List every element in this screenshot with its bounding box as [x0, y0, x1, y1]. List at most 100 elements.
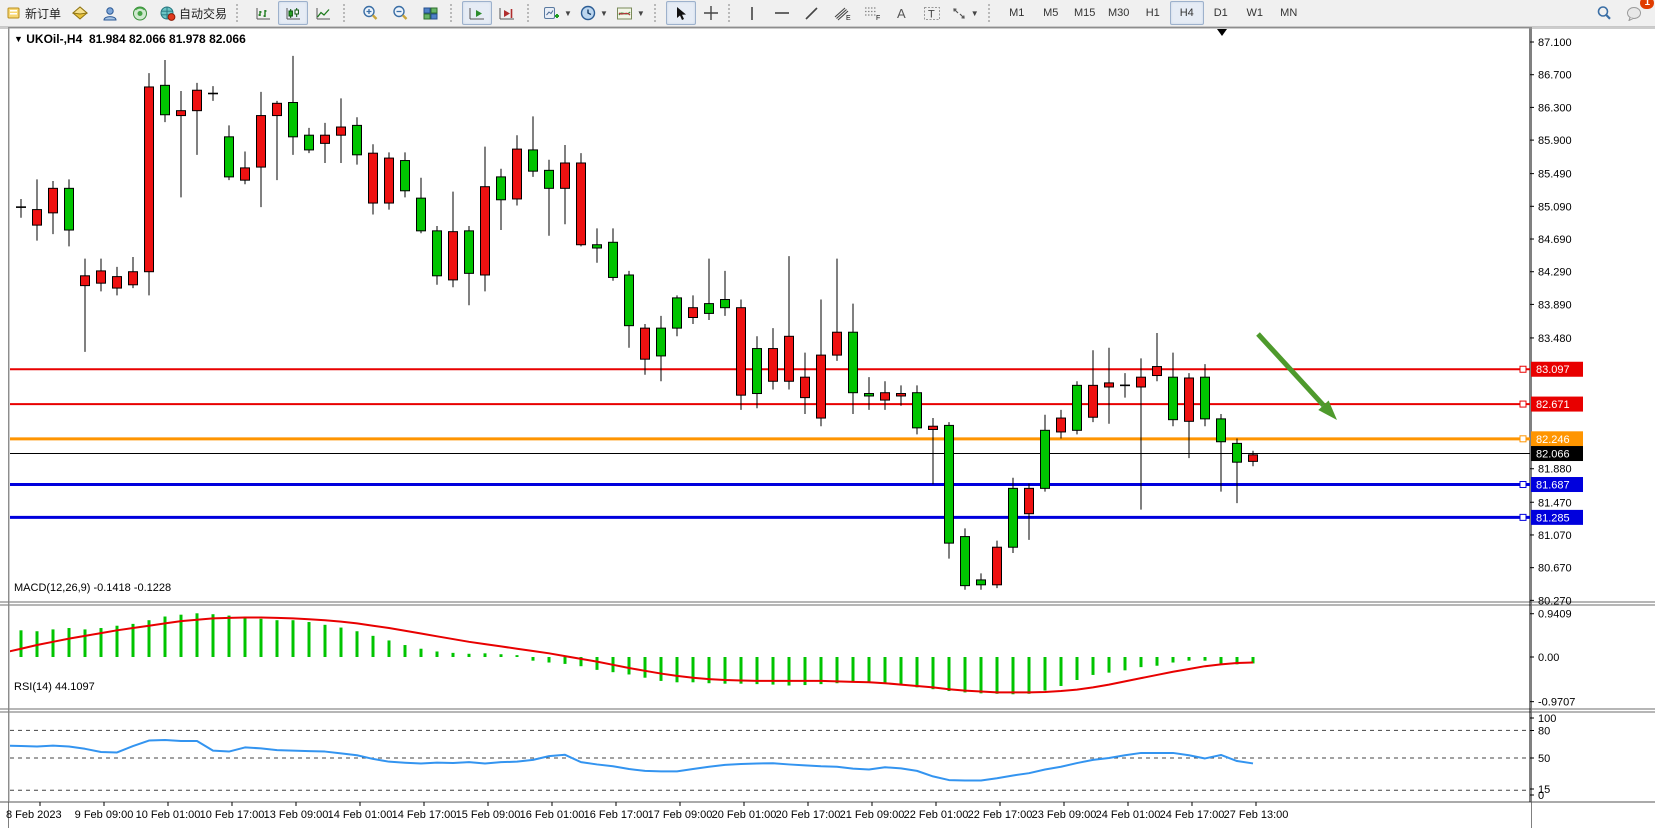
rsi-line	[0, 740, 1253, 780]
time-axis-label: 10 Feb 17:00	[200, 809, 265, 821]
candle	[241, 152, 250, 185]
time-axis-label: 10 Feb 01:00	[136, 809, 201, 821]
line-chart-button[interactable]	[308, 1, 338, 25]
vertical-line-button[interactable]	[737, 1, 767, 25]
text-label-button[interactable]: T	[917, 1, 947, 25]
indicators-icon	[616, 6, 633, 21]
zoom-out-button[interactable]	[385, 1, 415, 25]
timeframe-h1-button[interactable]: H1	[1136, 1, 1170, 25]
signal-button[interactable]	[125, 1, 155, 25]
candle	[145, 73, 154, 295]
chart-title: ▼ UKOil-,H4 81.984 82.066 81.978 82.066	[14, 32, 246, 46]
chart-symbol: UKOil-,H4	[26, 32, 82, 46]
profile-icon	[102, 6, 118, 21]
rsi-axis-label: 100	[1538, 713, 1556, 725]
fibonacci-icon: F	[863, 5, 881, 21]
price-level-chip-label: 81.687	[1536, 480, 1570, 492]
arrows-button[interactable]: ▼	[947, 1, 983, 25]
candle	[385, 152, 394, 209]
collapse-arrow-icon[interactable]: ▼	[14, 34, 23, 44]
search-button[interactable]	[1589, 1, 1619, 25]
candle	[1, 197, 10, 291]
candle	[817, 300, 826, 427]
time-axis-label: 22 Feb 01:00	[904, 809, 969, 821]
new-chart-button[interactable]: ▼	[539, 1, 576, 25]
chart-shift-marker[interactable]	[1217, 29, 1227, 36]
candle	[417, 178, 426, 234]
candle	[33, 179, 42, 240]
crosshair-button[interactable]	[696, 1, 726, 25]
chart-canvas[interactable]: 87.10086.70086.30085.90085.49085.09084.6…	[0, 26, 1655, 828]
timeframe-m30-button[interactable]: M30	[1102, 1, 1136, 25]
candle	[225, 125, 234, 180]
trendline-button[interactable]	[797, 1, 827, 25]
candle	[1105, 348, 1114, 424]
horizontal-line-icon	[774, 8, 790, 18]
text-button[interactable]: A	[887, 1, 917, 25]
macd-axis-label: 0.9409	[1538, 609, 1572, 621]
profile-button[interactable]	[95, 1, 125, 25]
candle	[913, 385, 922, 434]
cursor-button[interactable]	[666, 1, 696, 25]
svg-text:T: T	[928, 8, 935, 20]
chart-area[interactable]: 87.10086.70086.30085.90085.49085.09084.6…	[0, 26, 1655, 828]
period-clock-button[interactable]: ▼	[576, 1, 612, 25]
timeframe-m1-button[interactable]: M1	[1000, 1, 1034, 25]
channel-button[interactable]: E	[827, 1, 857, 25]
candle	[545, 160, 554, 236]
candle	[208, 86, 218, 101]
level-handle[interactable]	[1520, 366, 1526, 372]
time-axis-label: 9 Feb 09:00	[75, 809, 134, 821]
main-toolbar: 新订单 自动交易 ▼ ▼	[0, 0, 1655, 27]
candlestick-chart-button[interactable]	[278, 1, 308, 25]
timeframe-h4-button[interactable]: H4	[1170, 1, 1204, 25]
notifications-button[interactable]: 1	[1619, 1, 1649, 25]
auto-trading-button[interactable]: 自动交易	[155, 1, 231, 25]
timeframe-d1-button[interactable]: D1	[1204, 1, 1238, 25]
time-axis-label: 22 Feb 17:00	[968, 809, 1033, 821]
timeframe-w1-button[interactable]: W1	[1238, 1, 1272, 25]
level-handle[interactable]	[1520, 514, 1526, 520]
price-level-chip-label: 81.285	[1536, 512, 1570, 524]
candle	[721, 271, 730, 316]
chart-shift-button[interactable]	[492, 1, 522, 25]
channel-icon: E	[833, 5, 851, 21]
zoom-out-icon	[392, 5, 409, 21]
fibonacci-button[interactable]: F	[857, 1, 887, 25]
deposit-button[interactable]	[65, 1, 95, 25]
candle	[1120, 373, 1130, 398]
timeframe-group: M1 M5 M15 M30 H1 H4 D1 W1 MN	[997, 1, 1309, 25]
time-axis-label: 16 Feb 17:00	[584, 809, 649, 821]
candle	[449, 192, 458, 288]
candle	[945, 422, 954, 559]
price-tick-label: 84.290	[1538, 267, 1572, 279]
candlestick-chart-icon	[285, 6, 302, 21]
level-handle[interactable]	[1520, 401, 1526, 407]
price-tick-label: 83.480	[1538, 333, 1572, 345]
text-label-icon: T	[923, 6, 941, 21]
rsi-axis-label: 0	[1538, 790, 1544, 802]
crosshair-icon	[703, 5, 719, 21]
horizontal-line-button[interactable]	[767, 1, 797, 25]
auto-scroll-button[interactable]	[462, 1, 492, 25]
level-handle[interactable]	[1520, 436, 1526, 442]
candle	[161, 60, 170, 122]
candle	[465, 226, 474, 305]
candle	[753, 336, 762, 408]
bar-chart-button[interactable]	[248, 1, 278, 25]
time-axis-label: 23 Feb 09:00	[1032, 809, 1097, 821]
zoom-in-button[interactable]	[355, 1, 385, 25]
new-order-button[interactable]: 新订单	[3, 1, 65, 25]
indicators-button[interactable]: ▼	[612, 1, 649, 25]
level-handle[interactable]	[1520, 482, 1526, 488]
rsi-axis-label: 80	[1538, 726, 1550, 738]
candle	[561, 145, 570, 224]
candle	[321, 123, 330, 163]
tile-windows-button[interactable]	[415, 1, 445, 25]
line-chart-icon	[315, 6, 332, 21]
timeframe-mn-button[interactable]: MN	[1272, 1, 1306, 25]
macd-axis-label: 0.00	[1538, 652, 1559, 664]
timeframe-m5-button[interactable]: M5	[1034, 1, 1068, 25]
timeframe-m15-button[interactable]: M15	[1068, 1, 1102, 25]
candle	[433, 226, 442, 285]
